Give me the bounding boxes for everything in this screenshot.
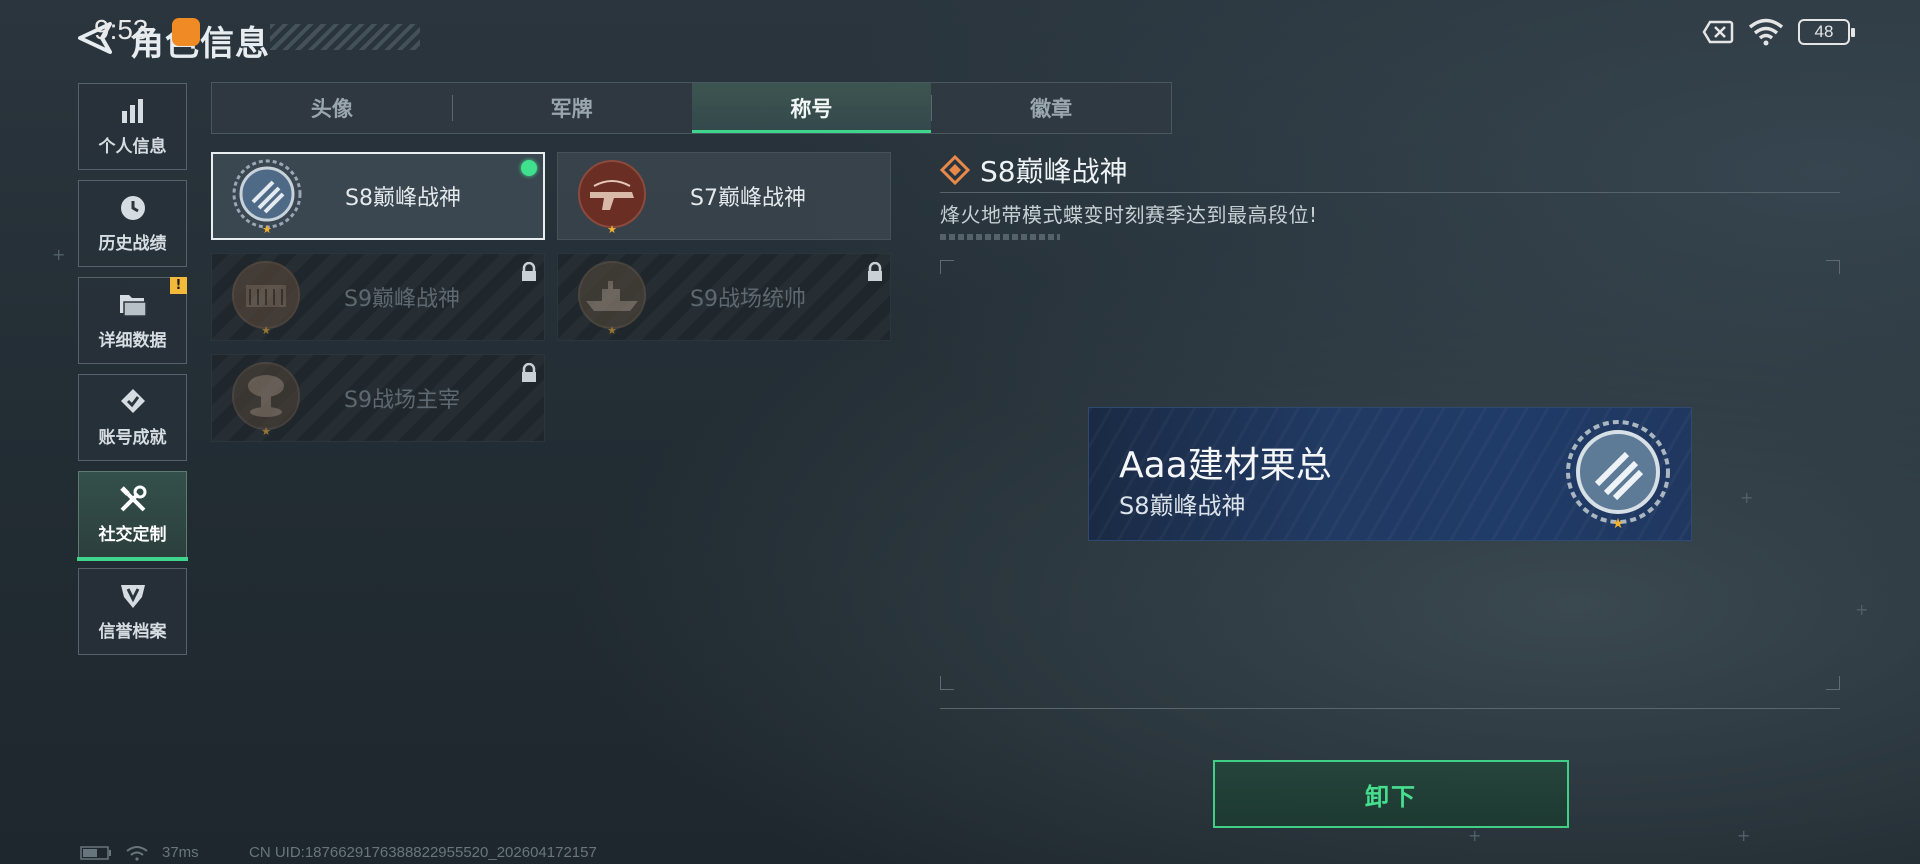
system-status: 48 bbox=[1702, 18, 1855, 46]
title-card[interactable]: ★ S7巅峰战神 bbox=[557, 152, 891, 240]
wifi-icon bbox=[1748, 18, 1784, 46]
player-name: Aaa建材栗总 bbox=[1119, 445, 1332, 486]
status-time: 9:53 bbox=[94, 14, 149, 45]
clock-icon bbox=[118, 193, 148, 223]
star-icon: ★ bbox=[261, 425, 271, 438]
sidebar-item-credit-profile[interactable]: 信誉档案 bbox=[78, 568, 187, 655]
user-uid: CN UID:1876629176388822955520_2026041721… bbox=[249, 844, 597, 861]
title-card[interactable]: ★ S9战场统帅 bbox=[557, 253, 891, 341]
title-card[interactable]: ★ S9战场主宰 bbox=[211, 354, 545, 442]
unequip-button[interactable]: 卸下 bbox=[1213, 760, 1569, 828]
crosshair-decoration: + bbox=[1737, 826, 1751, 845]
star-icon: ★ bbox=[261, 324, 271, 337]
divider bbox=[940, 708, 1840, 709]
title-name: S7巅峰战神 bbox=[690, 186, 806, 211]
warning-badge: ! bbox=[170, 277, 187, 294]
star-icon: ★ bbox=[262, 223, 272, 236]
crosshair-decoration: + bbox=[52, 245, 66, 264]
lock-icon bbox=[868, 262, 882, 281]
achievement-icon bbox=[118, 387, 148, 417]
equipped-indicator bbox=[521, 160, 537, 176]
frame-corner bbox=[940, 260, 954, 274]
title-name: S9巅峰战神 bbox=[344, 287, 460, 312]
title-name: S9战场统帅 bbox=[690, 287, 806, 312]
star-icon: ★ bbox=[607, 223, 617, 236]
star-icon: ★ bbox=[607, 324, 617, 337]
folder-icon bbox=[118, 290, 148, 320]
tools-icon bbox=[118, 484, 148, 514]
bar-chart-icon bbox=[118, 96, 148, 126]
sidebar-item-label: 详细数据 bbox=[98, 331, 167, 351]
crosshair-decoration: + bbox=[1855, 600, 1869, 619]
notification-app-icon bbox=[172, 18, 200, 46]
tab-badge[interactable]: 徽章 bbox=[931, 83, 1171, 133]
crosshair-decoration: + bbox=[1740, 488, 1754, 507]
shield-icon bbox=[118, 581, 148, 611]
latency-value: 37ms bbox=[162, 844, 199, 861]
title-detail-panel: S8巅峰战神 烽火地带模式蝶变时刻赛季达到最高段位! bbox=[940, 150, 1840, 240]
sidebar-item-social-customization[interactable]: 社交定制 bbox=[77, 471, 188, 561]
frame-corner bbox=[1826, 260, 1840, 274]
detail-description: 烽火地带模式蝶变时刻赛季达到最高段位! bbox=[940, 203, 1318, 227]
top-bar: 角色信息 9:53 48 bbox=[0, 0, 1920, 70]
gun-emblem-icon: ★ bbox=[574, 158, 650, 236]
laurel-emblem-icon: ★ bbox=[229, 158, 305, 236]
tab-avatar[interactable]: 头像 bbox=[212, 83, 452, 133]
sidebar-item-detailed-data[interactable]: ! 详细数据 bbox=[78, 277, 187, 364]
title-card[interactable]: ★ S9巅峰战神 bbox=[211, 253, 545, 341]
detail-title: S8巅峰战神 bbox=[980, 155, 1128, 188]
lock-icon bbox=[522, 363, 536, 382]
network-status: 37ms bbox=[80, 844, 199, 861]
ship-emblem-icon: ★ bbox=[574, 259, 650, 337]
divider bbox=[940, 192, 1840, 193]
crosshair-decoration: + bbox=[1468, 826, 1482, 845]
battery-indicator: 48 bbox=[1798, 19, 1855, 45]
title-name: S9战场主宰 bbox=[344, 388, 460, 413]
lock-icon bbox=[522, 262, 536, 281]
laurel-emblem-icon: ★ bbox=[1563, 420, 1673, 532]
page-title: 角色信息 bbox=[130, 24, 270, 64]
title-name: S8巅峰战神 bbox=[345, 186, 461, 211]
sidebar: 个人信息 历史战绩 ! 详细数据 账号成就 社交定制 信誉档案 bbox=[77, 83, 188, 665]
title-preview-banner: Aaa建材栗总 S8巅峰战神 ★ bbox=[1088, 407, 1692, 541]
sidebar-item-personal-info[interactable]: 个人信息 bbox=[78, 83, 187, 170]
sidebar-item-history[interactable]: 历史战绩 bbox=[78, 180, 187, 267]
sidebar-item-label: 历史战绩 bbox=[98, 234, 167, 254]
sidebar-item-label: 账号成就 bbox=[98, 428, 167, 448]
tab-dog-tag[interactable]: 军牌 bbox=[451, 83, 692, 133]
frame-corner bbox=[940, 676, 954, 690]
battery-icon bbox=[80, 845, 111, 860]
sidebar-item-achievements[interactable]: 账号成就 bbox=[78, 374, 187, 461]
building-emblem-icon: ★ bbox=[228, 259, 304, 337]
category-tabs: 头像 军牌 称号 徽章 bbox=[211, 82, 1172, 134]
detail-header: S8巅峰战神 bbox=[940, 150, 1840, 190]
divider bbox=[940, 234, 1060, 240]
sim-error-icon bbox=[1702, 20, 1734, 44]
sidebar-item-label: 信誉档案 bbox=[98, 622, 167, 642]
title-card[interactable]: ★ S8巅峰战神 bbox=[211, 152, 545, 240]
title-decoration bbox=[270, 24, 420, 50]
sidebar-item-label: 个人信息 bbox=[98, 137, 167, 157]
svg-text:★: ★ bbox=[1612, 516, 1625, 530]
mushroom-cloud-emblem-icon: ★ bbox=[228, 360, 304, 438]
wifi-icon bbox=[126, 845, 148, 861]
preview-title: S8巅峰战神 bbox=[1119, 492, 1246, 520]
frame-corner bbox=[1826, 676, 1840, 690]
tab-title[interactable]: 称号 bbox=[691, 83, 932, 133]
sidebar-item-label: 社交定制 bbox=[98, 525, 167, 545]
diamond-icon bbox=[940, 155, 970, 185]
